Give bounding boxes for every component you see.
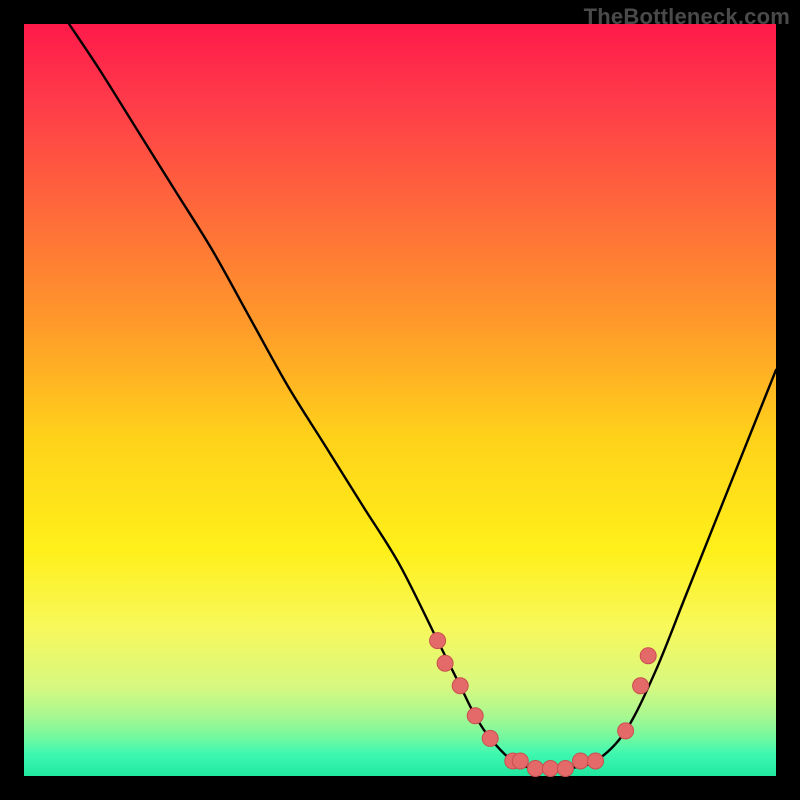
highlight-dot: [437, 655, 453, 671]
highlight-dot: [640, 648, 656, 664]
highlight-dot: [467, 708, 483, 724]
highlight-dot: [482, 730, 498, 746]
highlight-dot: [527, 761, 543, 777]
highlight-dot: [588, 753, 604, 769]
highlight-dot: [618, 723, 634, 739]
watermark-text: TheBottleneck.com: [584, 4, 790, 30]
highlight-dot: [557, 761, 573, 777]
highlight-dot: [633, 678, 649, 694]
highlight-dot: [430, 633, 446, 649]
highlight-dot: [512, 753, 528, 769]
chart-svg: [24, 24, 776, 776]
bottleneck-curve: [69, 24, 776, 769]
highlight-dot: [452, 678, 468, 694]
highlight-dots-group: [430, 633, 657, 777]
highlight-dot: [542, 761, 558, 777]
highlight-dot: [573, 753, 589, 769]
chart-frame: TheBottleneck.com: [0, 0, 800, 800]
